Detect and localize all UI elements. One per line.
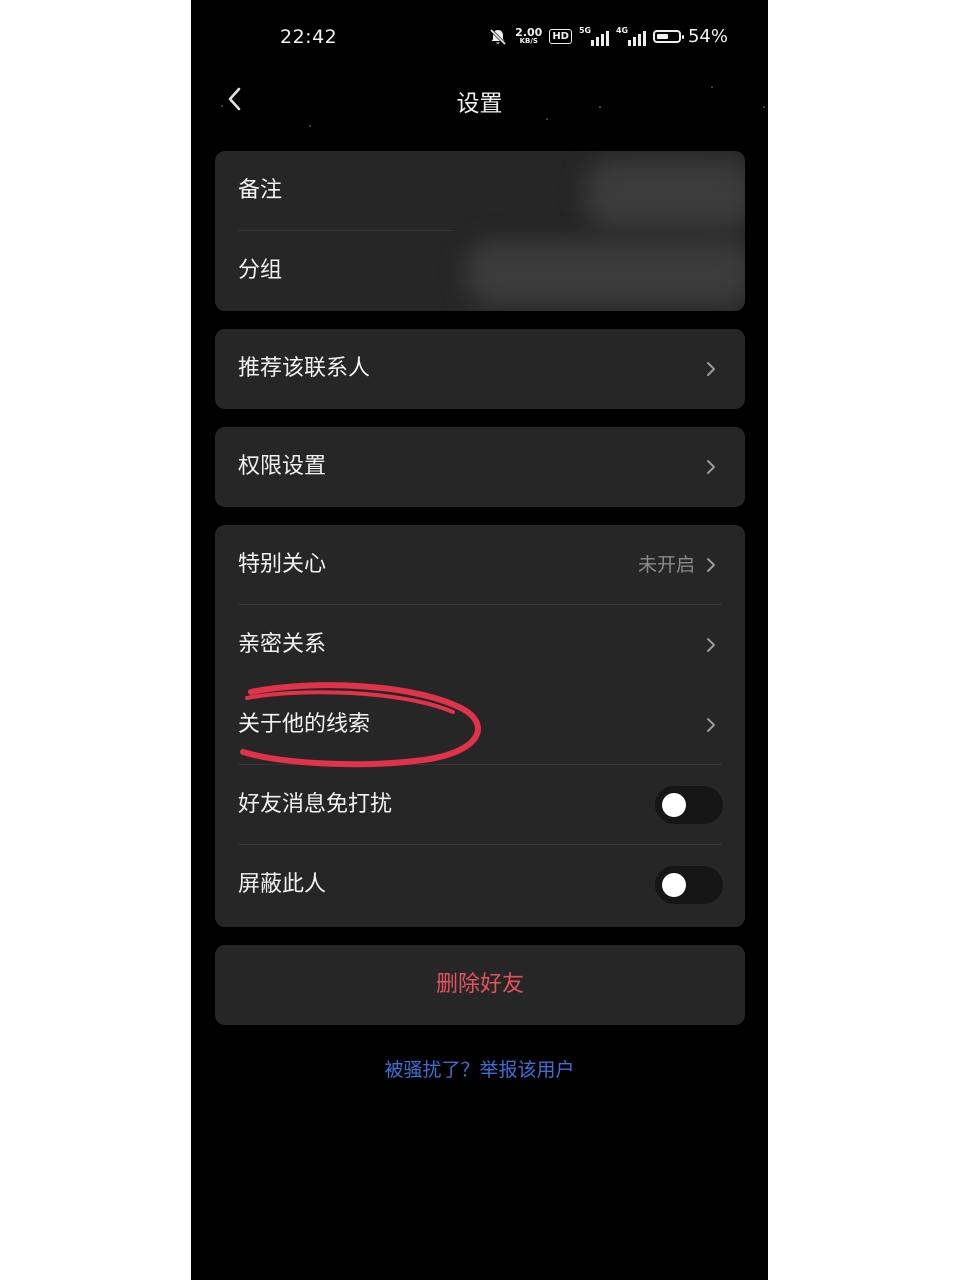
signal-4g-icon: 4G: [615, 25, 646, 46]
profile-card: 备注 分组: [215, 151, 745, 311]
special-care-row[interactable]: 特别关心 未开启: [215, 525, 745, 605]
phone-screen: 22:42 2.00 KB/S HD 5G 4G 54% 设置 备注 分组 推荐…: [191, 0, 768, 1280]
group-label: 分组: [238, 258, 283, 283]
report-user-link[interactable]: 被骚扰了？举报该用户: [191, 1055, 768, 1082]
clues-about-him-row[interactable]: 关于他的线索: [215, 685, 745, 765]
chevron-right-icon: [707, 460, 715, 474]
redacted-remark-value: [585, 159, 745, 229]
chevron-right-icon: [707, 718, 715, 732]
mute-messages-label: 好友消息免打扰: [238, 792, 393, 817]
block-person-label: 屏蔽此人: [238, 872, 327, 897]
page-title: 设置: [456, 91, 503, 117]
status-icons: 2.00 KB/S HD 5G 4G 54%: [488, 26, 728, 47]
recommend-card: 推荐该联系人: [215, 329, 745, 409]
delete-friend-label: 删除好友: [435, 972, 524, 997]
recommend-contact-label: 推荐该联系人: [238, 356, 371, 381]
mute-messages-row: 好友消息免打扰: [215, 765, 745, 845]
clues-about-him-label: 关于他的线索: [238, 712, 371, 737]
permissions-row[interactable]: 权限设置: [215, 427, 745, 507]
signal-5g-label: 5G: [578, 25, 592, 35]
mute-messages-toggle[interactable]: [655, 786, 723, 824]
network-speed-value: 2.00: [515, 25, 543, 39]
chevron-right-icon: [707, 362, 715, 376]
intimate-relationship-label: 亲密关系: [238, 632, 327, 657]
redacted-group-value: [465, 241, 745, 306]
special-care-status: 未开启: [637, 554, 695, 576]
bell-muted-icon: [490, 28, 507, 45]
intimate-relationship-row[interactable]: 亲密关系: [215, 605, 745, 685]
toggle-knob: [662, 873, 686, 897]
status-bar: 22:42 2.00 KB/S HD 5G 4G 54%: [191, 0, 768, 78]
special-care-label: 特别关心: [238, 552, 327, 577]
nav-bar: 设置: [191, 78, 768, 122]
battery-fill: [656, 34, 668, 39]
permissions-label: 权限设置: [238, 454, 327, 479]
network-speed: 2.00 KB/S: [515, 25, 543, 46]
signal-4g-label: 4G: [615, 25, 629, 35]
block-person-toggle[interactable]: [655, 866, 723, 904]
block-person-row: 屏蔽此人: [215, 845, 745, 925]
battery-percent: 54%: [687, 26, 728, 47]
signal-5g-icon: 5G: [578, 25, 609, 46]
delete-friend-button[interactable]: 删除好友: [215, 945, 745, 1025]
permissions-card: 权限设置: [215, 427, 745, 507]
status-time: 22:42: [280, 26, 338, 48]
hd-icon: HD: [549, 29, 572, 44]
network-speed-unit: KB/S: [519, 36, 538, 45]
toggle-knob: [662, 793, 686, 817]
chevron-right-icon: [707, 638, 715, 652]
remark-label: 备注: [238, 178, 283, 203]
recommend-contact-row[interactable]: 推荐该联系人: [215, 329, 745, 409]
decor-dot: [309, 125, 311, 127]
relationship-card: 特别关心 未开启 亲密关系 关于他的线索 好友消息免打扰 屏蔽此人: [215, 525, 745, 927]
chevron-right-icon: [707, 558, 715, 572]
battery-icon: [652, 30, 684, 43]
